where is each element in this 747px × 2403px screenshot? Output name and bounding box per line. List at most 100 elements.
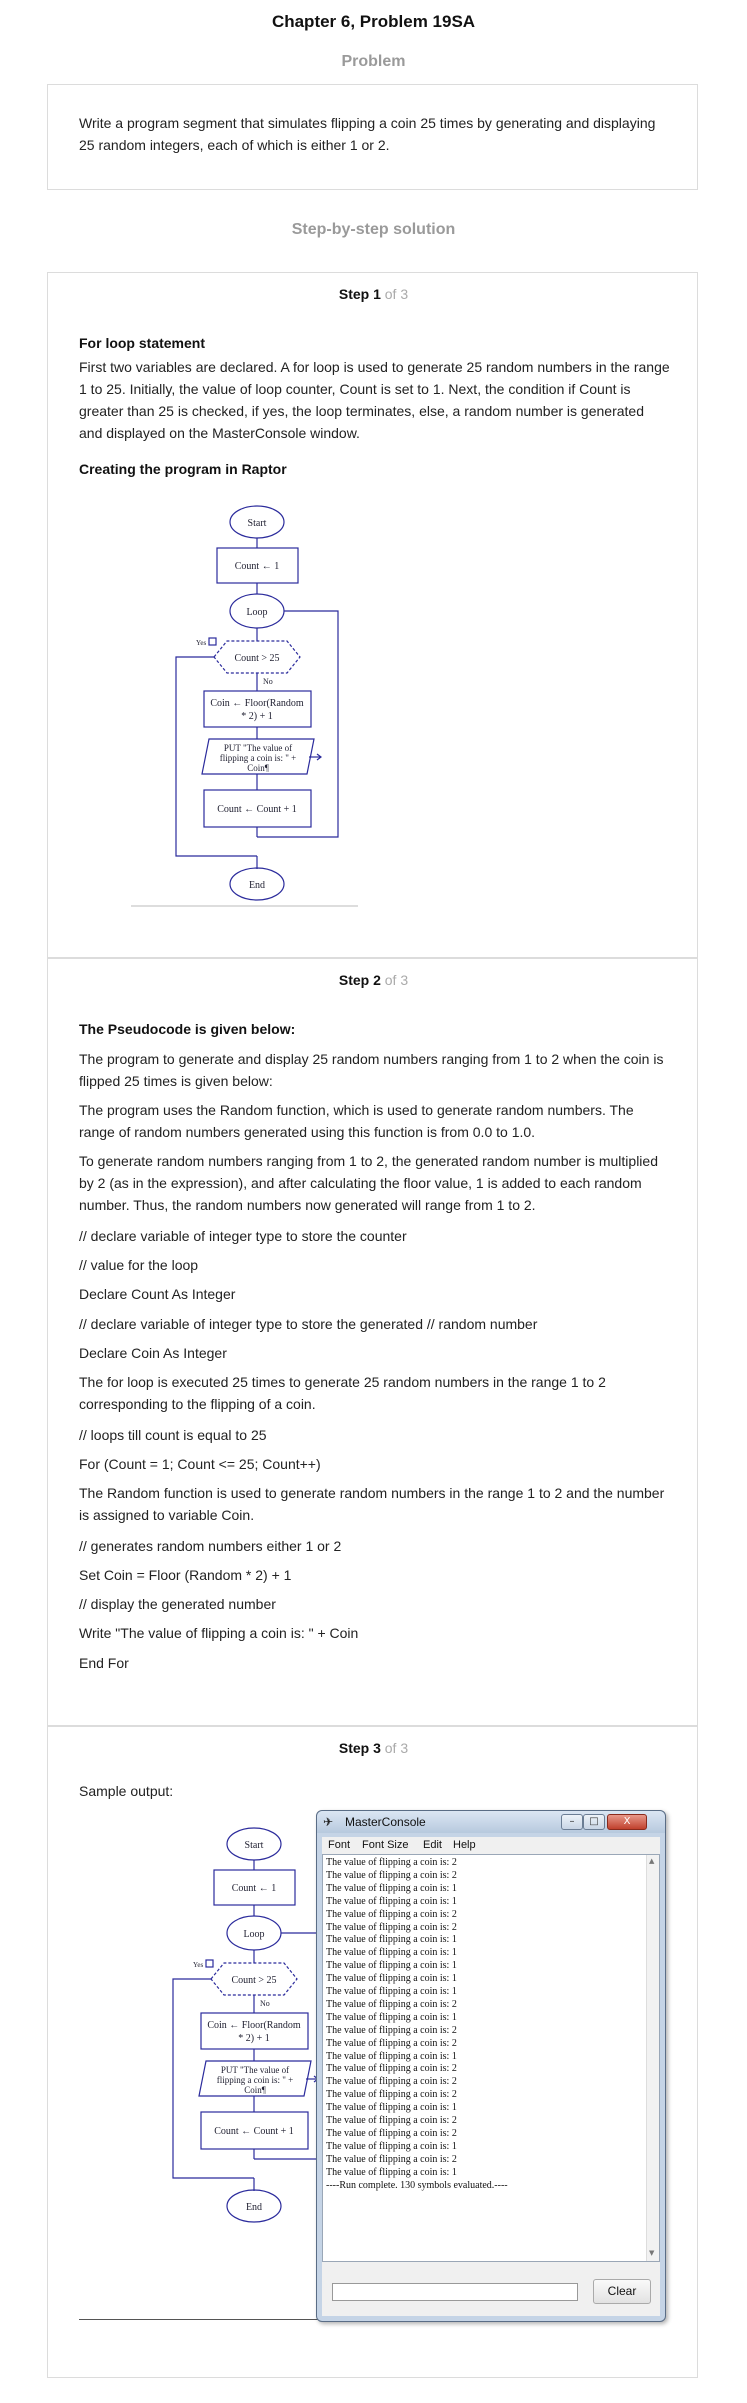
menu-font-size[interactable]: Font Size — [362, 1839, 408, 1851]
step-1-header: Step 1 of 3 — [48, 286, 699, 302]
command-input[interactable] — [332, 2283, 578, 2301]
step-1-of: of 3 — [380, 286, 409, 302]
close-button[interactable]: X — [607, 1814, 647, 1830]
console-line: The value of flipping a coin is: 2 — [326, 1870, 457, 1882]
window-titlebar[interactable]: ✈ MasterConsole – □ X — [317, 1811, 665, 1833]
console-line-value: 2 — [451, 1908, 457, 1920]
step-1-box: Step 1 of 3 For loop statement First two… — [47, 272, 698, 958]
console-bottom: Clear — [322, 2262, 660, 2316]
step-3-header: Step 3 of 3 — [48, 1740, 699, 1756]
menubar: Font Font Size Edit Help — [322, 1837, 660, 1854]
flow-coin-label-1: Coin ← Floor(Random — [207, 2020, 301, 2031]
step-2-number: Step 2 — [338, 972, 381, 988]
console-line-value: 1 — [451, 2102, 457, 2114]
console-line: The value of flipping a coin is: 2 — [326, 2115, 457, 2127]
console-line: The value of flipping a coin is: 1 — [326, 1986, 457, 1998]
console-line-value: 1 — [451, 1895, 457, 1907]
maximize-button[interactable]: □ — [583, 1814, 605, 1830]
flow-yes-label: Yes — [196, 639, 206, 647]
console-line-prefix: The value of flipping a coin is: — [326, 2127, 452, 2139]
step-1-heading: For loop statement — [79, 335, 206, 351]
console-line-value: 1 — [451, 1986, 457, 1997]
solution-heading: Step-by-step solution — [291, 221, 456, 238]
step-2-paragraph-1: The program to generate and display 25 r… — [79, 1051, 664, 1089]
flow-assign-label: Count ← 1 — [235, 561, 279, 572]
console-line: The value of flipping a coin is: 1 — [326, 1896, 457, 1908]
problem-heading: Problem — [341, 53, 406, 70]
console-line-prefix: The value of flipping a coin is: — [326, 1908, 452, 1920]
code-line: For (Count = 1; Count <= 25; Count++) — [79, 1456, 321, 1472]
console-line-prefix: The value of flipping a coin is: — [326, 2140, 452, 2152]
step-1-number: Step 1 — [338, 286, 381, 302]
clear-button[interactable]: Clear — [593, 2279, 651, 2304]
console-scrollbar[interactable]: ▲ ▼ — [646, 1855, 659, 2261]
menu-help[interactable]: Help — [453, 1839, 476, 1851]
console-line: The value of flipping a coin is: 1 — [326, 1883, 457, 1895]
console-line: The value of flipping a coin is: 1 — [326, 1973, 457, 1985]
flow-start-label: Start — [245, 1840, 264, 1851]
menu-font[interactable]: Font — [328, 1839, 350, 1851]
window-title: MasterConsole — [345, 1815, 426, 1829]
console-line-prefix: The value of flipping a coin is: — [326, 2037, 452, 2049]
console-line-prefix: The value of flipping a coin is: — [326, 2063, 452, 2075]
step-2-of: of 3 — [380, 972, 409, 988]
flow-end-label: End — [249, 880, 265, 891]
console-line-value: 2 — [451, 1921, 457, 1933]
console-line: The value of flipping a coin is: 2 — [326, 2025, 457, 2037]
flow-loop-label: Loop — [243, 1929, 264, 1940]
flow-increment-label: Count ← Count + 1 — [217, 804, 297, 815]
step-2-box: Step 2 of 3 The Pseudocode is given belo… — [47, 958, 698, 1726]
console-line: The value of flipping a coin is: 1 — [326, 1947, 457, 1959]
step-3-number: Step 3 — [338, 1740, 381, 1756]
console-line-prefix: The value of flipping a coin is: — [326, 2115, 452, 2126]
code-line: // loops till count is equal to 25 — [79, 1427, 267, 1443]
step-3-of: of 3 — [380, 1740, 409, 1756]
code-line: // declare variable of integer type to s… — [79, 1316, 538, 1332]
code-line: Declare Coin As Integer — [79, 1345, 227, 1361]
console-line-value: 1 — [451, 1934, 457, 1946]
console-line: The value of flipping a coin is: 2 — [326, 2089, 457, 2101]
console-line: The value of flipping a coin is: 1 — [326, 2051, 457, 2063]
console-line-value: 1 — [451, 1973, 457, 1985]
console-line-value: 1 — [451, 2050, 457, 2062]
console-line-value: 2 — [451, 2153, 457, 2165]
console-line: The value of flipping a coin is: 1 — [326, 2012, 457, 2024]
console-output[interactable]: ▲ ▼ The value of flipping a coin is: 2 Th… — [322, 1854, 660, 2262]
code-line: End For — [79, 1655, 129, 1671]
console-line: The value of flipping a coin is: 1 — [326, 1960, 457, 1972]
menu-edit[interactable]: Edit — [423, 1839, 442, 1851]
raptor-flowchart: Start Count ← 1 Loop Count > 25 Yes No C… — [131, 505, 358, 907]
console-line-value: 2 — [451, 1869, 457, 1881]
flow-cond-label: Count > 25 — [234, 653, 279, 664]
code-line: // value for the loop — [79, 1257, 199, 1273]
console-line-prefix: The value of flipping a coin is: — [326, 1973, 452, 1985]
code-line: // display the generated number — [79, 1596, 276, 1612]
flow-put-label-1: PUT "The value of — [224, 743, 292, 753]
flow-start-label: Start — [248, 518, 267, 529]
console-line-prefix: The value of flipping a coin is: — [326, 1934, 452, 1946]
step-2-paragraph-3: To generate random numbers ranging from … — [79, 1153, 658, 1213]
flow-put-label-2: flipping a coin is: " + — [220, 753, 297, 763]
console-line-value: 1 — [451, 1882, 457, 1894]
console-line-prefix: The value of flipping a coin is: — [326, 1882, 452, 1894]
console-line: The value of flipping a coin is: 2 — [326, 1857, 457, 1869]
flow-end-label: End — [246, 2202, 262, 2213]
flow-loop-label: Loop — [246, 607, 267, 618]
console-line-value: 2 — [451, 2115, 457, 2126]
problem-text: Write a program segment that simulates f… — [79, 115, 656, 153]
step-2-header: Step 2 of 3 — [48, 972, 699, 988]
console-line-prefix: The value of flipping a coin is: — [326, 2024, 452, 2036]
flow-put-label-1: PUT "The value of — [221, 2065, 289, 2075]
code-line: Set Coin = Floor (Random * 2) + 1 — [79, 1567, 292, 1583]
console-line: The value of flipping a coin is: 2 — [326, 2063, 457, 2075]
flow-put-label-2: flipping a coin is: " + — [217, 2075, 294, 2085]
minimize-button[interactable]: – — [561, 1814, 583, 1830]
step-2-heading: The Pseudocode is given below: — [79, 1021, 296, 1037]
scroll-down-arrow-icon[interactable]: ▼ — [649, 2249, 654, 2257]
scroll-up-arrow-icon[interactable]: ▲ — [649, 1857, 654, 1865]
console-line-prefix: The value of flipping a coin is: — [326, 1998, 452, 2010]
console-line: The value of flipping a coin is: 1 — [326, 1934, 457, 1946]
console-line-value: 1 — [451, 2140, 457, 2152]
flow-cond-label: Count > 25 — [231, 1975, 276, 1986]
step-3-label: Sample output: — [79, 1783, 174, 1799]
